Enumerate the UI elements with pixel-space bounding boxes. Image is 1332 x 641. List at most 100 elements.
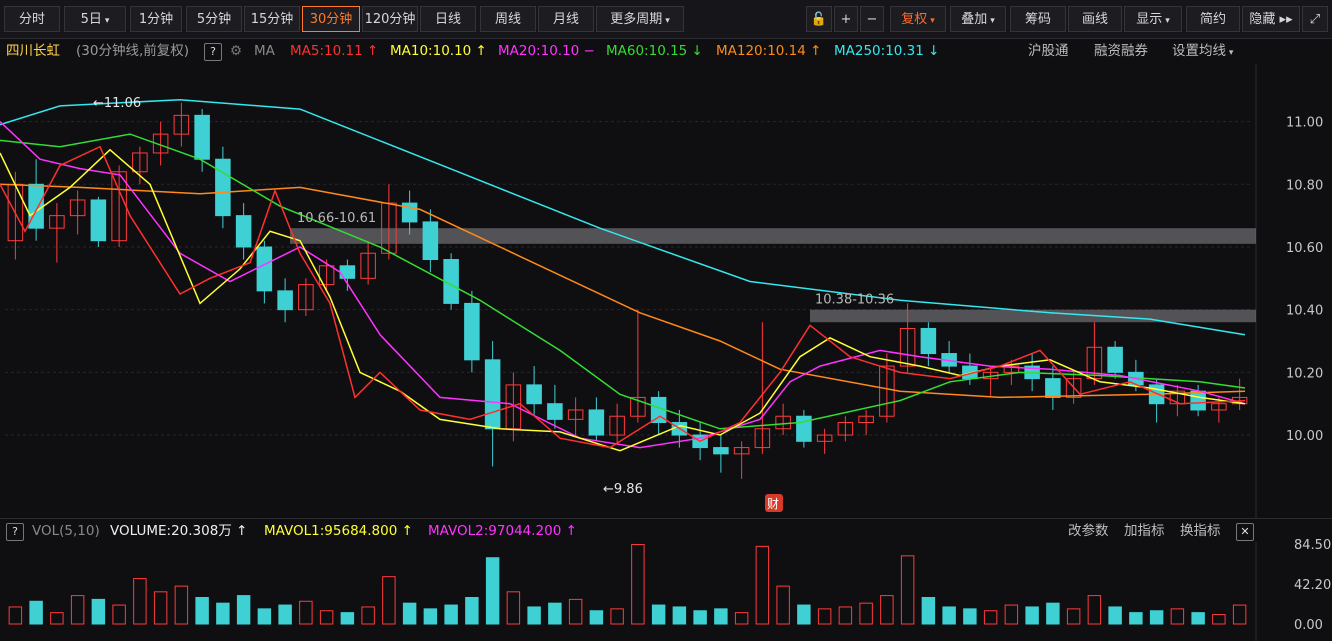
period-tab-10[interactable]: 更多周期 ▾ bbox=[596, 6, 684, 32]
news-badge-label: 财 bbox=[767, 497, 779, 511]
hugutong-link[interactable]: 沪股通 bbox=[1028, 38, 1069, 64]
draw-line-button[interactable]: 画线 bbox=[1068, 6, 1122, 32]
chevron-down-icon: ▾ bbox=[990, 16, 995, 26]
high-annotation: ←11.06 bbox=[93, 96, 141, 111]
period-desc: (30分钟线,前复权) bbox=[76, 43, 190, 59]
candle-body bbox=[256, 246, 273, 292]
zoom-in-icon[interactable]: + bbox=[834, 6, 858, 32]
volume-bar bbox=[714, 608, 728, 625]
candle-body bbox=[277, 290, 293, 311]
zoom-out-icon[interactable]: − bbox=[860, 6, 884, 32]
volume-bar bbox=[195, 596, 209, 625]
volume-bar bbox=[838, 606, 853, 625]
candle-body bbox=[235, 215, 252, 248]
period-tab-6[interactable]: 120分钟 bbox=[362, 6, 418, 32]
set-ma-link[interactable]: 设置均线 ▾ bbox=[1172, 38, 1233, 66]
volume-bar bbox=[797, 604, 811, 625]
margin-link[interactable]: 融资融券 bbox=[1094, 38, 1148, 64]
add-indicator-button[interactable]: 加指标 bbox=[1124, 519, 1165, 543]
chevron-down-icon: ▾ bbox=[1226, 48, 1234, 58]
period-tab-7[interactable]: 日线 bbox=[420, 6, 476, 32]
period-tab-4[interactable]: 15分钟 bbox=[244, 6, 300, 32]
fuquan-button[interactable]: 复权 ▾ bbox=[890, 6, 946, 32]
volume-bar bbox=[1046, 602, 1060, 625]
chips-button-label: 筹码 bbox=[1024, 12, 1051, 27]
vol-help-icon[interactable]: ? bbox=[6, 523, 24, 541]
period-tab-4-label: 15分钟 bbox=[250, 12, 294, 27]
switch-indicator-button[interactable]: 换指标 bbox=[1180, 519, 1221, 543]
ma10-line bbox=[0, 148, 1246, 452]
set-ma-label: 设置均线 bbox=[1172, 43, 1226, 59]
volume-bar bbox=[1108, 606, 1122, 625]
y-tick-label: 10.00 bbox=[1286, 429, 1323, 444]
candle-body bbox=[713, 447, 729, 455]
volume-bar bbox=[174, 585, 189, 625]
volume-bar bbox=[91, 598, 106, 625]
lock-icon-label: 🔓 bbox=[810, 12, 828, 27]
volume-bar bbox=[340, 612, 355, 625]
hide-button[interactable]: 隐藏 ▸▸ bbox=[1242, 6, 1300, 32]
volume-bar bbox=[1129, 612, 1143, 625]
volume-bar bbox=[444, 604, 458, 625]
volume-value: VOLUME:20.308万 ↑ bbox=[110, 523, 248, 539]
zoom-in-icon-label: + bbox=[840, 12, 852, 27]
volume-bar bbox=[963, 608, 977, 625]
volume-bar bbox=[402, 602, 417, 625]
ma-label: MA bbox=[254, 43, 275, 59]
close-icon[interactable]: ✕ bbox=[1236, 523, 1254, 541]
candle-body bbox=[547, 403, 563, 420]
period-tab-2[interactable]: 1分钟 bbox=[130, 6, 182, 32]
volume-bar bbox=[1170, 608, 1185, 625]
period-tab-0-label: 分时 bbox=[18, 12, 45, 27]
volume-bar bbox=[817, 608, 832, 625]
volume-bar bbox=[465, 596, 479, 625]
zoom-out-icon-label: − bbox=[866, 12, 878, 27]
volume-bar bbox=[693, 610, 707, 625]
period-tab-8[interactable]: 周线 bbox=[480, 6, 536, 32]
ma20-value: MA20:10.10 − bbox=[498, 43, 595, 59]
candle-body bbox=[1107, 346, 1123, 373]
volume-bar bbox=[153, 591, 168, 625]
period-tab-9[interactable]: 月线 bbox=[538, 6, 594, 32]
period-tab-1[interactable]: 5日 ▾ bbox=[64, 6, 126, 32]
volume-bar bbox=[1232, 604, 1247, 625]
fullscreen-icon-label: ⤢ bbox=[1309, 12, 1321, 27]
change-params-button[interactable]: 改参数 bbox=[1068, 519, 1109, 543]
volume-bar bbox=[568, 598, 583, 625]
period-tab-0[interactable]: 分时 bbox=[4, 6, 60, 32]
vol-tick-label: 42.20 bbox=[1294, 578, 1331, 593]
period-tab-9-label: 月线 bbox=[552, 12, 579, 27]
period-tab-3[interactable]: 5分钟 bbox=[186, 6, 242, 32]
gear-icon[interactable]: ⚙ bbox=[230, 38, 242, 64]
volume-bar bbox=[1191, 612, 1205, 625]
volume-bar bbox=[216, 602, 230, 625]
volume-bar bbox=[1004, 604, 1019, 625]
period-tab-10-label: 更多周期 bbox=[610, 12, 663, 27]
fullscreen-icon[interactable]: ⤢ bbox=[1302, 6, 1328, 32]
chips-button[interactable]: 筹码 bbox=[1010, 6, 1066, 32]
volume-bar bbox=[112, 604, 126, 625]
period-tab-2-label: 1分钟 bbox=[138, 12, 174, 27]
volume-bar bbox=[423, 608, 438, 625]
y-tick-label: 10.80 bbox=[1286, 178, 1323, 193]
volume-bar bbox=[755, 545, 770, 625]
lock-icon[interactable]: 🔓 bbox=[806, 6, 832, 32]
ma250-line bbox=[0, 98, 1246, 336]
volume-bar bbox=[527, 606, 541, 625]
volume-bar bbox=[70, 595, 85, 625]
kline-chart[interactable]: 11.00 10.80 10.60 10.40 10.20 10.00 ←11.06 ←9.8… bbox=[0, 64, 1332, 641]
chevron-down-icon: ▾ bbox=[665, 16, 670, 26]
period-tab-5[interactable]: 30分钟 bbox=[302, 6, 360, 32]
y-tick-label: 11.00 bbox=[1286, 116, 1323, 131]
overlay-button[interactable]: 叠加 ▾ bbox=[950, 6, 1006, 32]
ma10-value: MA10:10.10 ↑ bbox=[390, 43, 487, 59]
ma120-value: MA120:10.14 ↑ bbox=[716, 43, 822, 59]
vol-tick-label: 0.00 bbox=[1294, 618, 1323, 633]
simple-button[interactable]: 简约 bbox=[1186, 6, 1240, 32]
period-toolbar: 分时 5日 ▾ 1分钟 5分钟 15分钟 30分钟 120分钟 日线 周线 月线 更多周期 ▾ 🔓 + − 复权… bbox=[0, 0, 1332, 39]
ma60-value: MA60:10.15 ↓ bbox=[606, 43, 703, 59]
candle-body bbox=[1190, 390, 1206, 411]
help-icon[interactable]: ? bbox=[204, 43, 222, 61]
volume-bar bbox=[361, 606, 375, 625]
display-button[interactable]: 显示 ▾ bbox=[1124, 6, 1182, 32]
